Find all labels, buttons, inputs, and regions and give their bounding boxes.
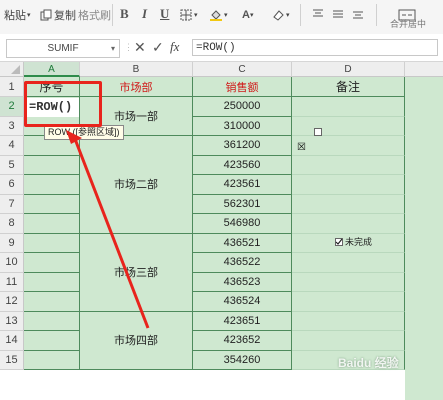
chevron-down-icon: ▾ bbox=[110, 44, 115, 53]
formula-input[interactable]: =ROW() bbox=[192, 39, 438, 56]
annotation-arrow bbox=[66, 130, 150, 329]
copy-button[interactable]: 复制 bbox=[40, 0, 76, 30]
chevron-down-icon: ▾ bbox=[249, 12, 254, 19]
align-middle-icon bbox=[332, 8, 344, 23]
font-color-icon: A bbox=[242, 9, 250, 21]
format-painter-label: 格式刷 bbox=[78, 10, 111, 22]
toolbar-divider bbox=[300, 4, 301, 26]
formula-bar: SUMIF ▾ ⋮ ✕ ✓ fx =ROW() bbox=[0, 34, 443, 62]
align-middle-button[interactable] bbox=[332, 0, 344, 30]
chevron-down-icon: ▾ bbox=[286, 12, 290, 19]
bold-button[interactable]: B bbox=[120, 6, 129, 22]
paste-button[interactable]: 粘贴 ▾ bbox=[4, 0, 31, 30]
copy-label: 复制 bbox=[54, 10, 76, 22]
chevron-down-icon: ▾ bbox=[194, 12, 198, 19]
fill-color-button[interactable]: ▾ bbox=[210, 0, 228, 30]
align-top-button[interactable] bbox=[312, 0, 324, 30]
vertical-dots-icon: ⋮ bbox=[124, 42, 133, 52]
ribbon-toolbar: 粘贴 ▾ 复制 格式刷 B I U ▾ ▾ A ▾ ▾ 合并居中 bbox=[0, 0, 443, 35]
insert-function-button[interactable]: fx bbox=[170, 39, 179, 55]
border-button[interactable]: ▾ bbox=[180, 0, 198, 30]
toolbar-divider bbox=[112, 4, 113, 26]
watermark: Baidu 经验 bbox=[338, 356, 399, 370]
toolbar-divider bbox=[376, 4, 377, 26]
cancel-formula-button[interactable]: ✕ bbox=[134, 39, 146, 56]
chevron-down-icon: ▾ bbox=[224, 12, 228, 19]
eraser-icon bbox=[272, 9, 284, 21]
format-painter-button[interactable]: 格式刷 bbox=[78, 0, 111, 30]
name-box-value: SUMIF bbox=[47, 43, 79, 54]
align-bottom-button[interactable] bbox=[352, 0, 364, 30]
italic-button[interactable]: I bbox=[142, 6, 147, 22]
font-color-button[interactable]: A ▾ bbox=[242, 0, 253, 30]
name-box[interactable]: SUMIF ▾ bbox=[6, 39, 120, 58]
confirm-formula-button[interactable]: ✓ bbox=[152, 39, 164, 56]
align-bottom-icon bbox=[352, 8, 364, 23]
paint-bucket-icon bbox=[210, 9, 222, 21]
border-icon bbox=[180, 9, 192, 21]
chevron-down-icon: ▾ bbox=[27, 12, 31, 19]
paste-label: 粘贴 bbox=[4, 10, 26, 22]
merge-center-button[interactable]: 合并居中 bbox=[390, 12, 426, 34]
spreadsheet-grid: A B C D 1 2 3 4 5 6 7 8 9 10 11 12 13 14 15 序号 市场部 销售额… bbox=[0, 62, 443, 400]
align-top-icon bbox=[312, 8, 324, 23]
clear-button[interactable]: ▾ bbox=[272, 0, 290, 30]
underline-button[interactable]: U bbox=[160, 6, 169, 22]
copy-icon bbox=[40, 9, 52, 21]
